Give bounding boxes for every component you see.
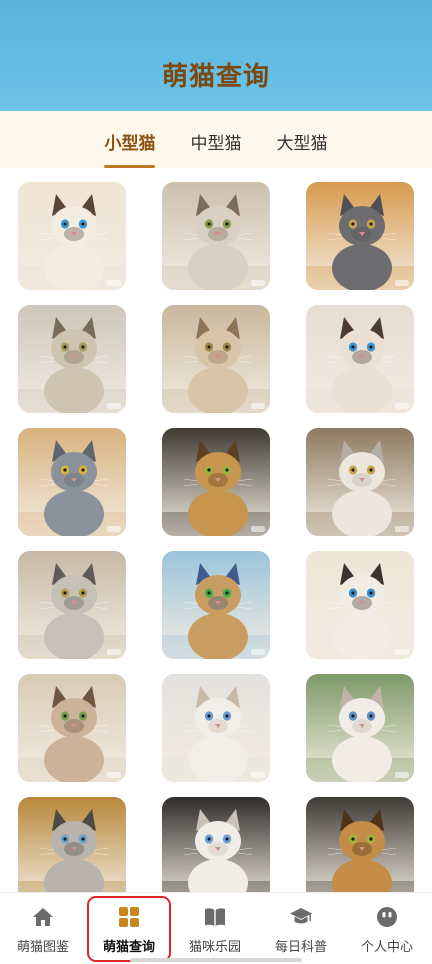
watermark-badge xyxy=(395,772,409,778)
watermark-badge xyxy=(395,280,409,286)
cat-illustration xyxy=(18,674,126,782)
sphynx-sitting-photo[interactable] xyxy=(18,674,126,782)
siamese-sitting-photo[interactable] xyxy=(306,305,414,413)
home-indicator[interactable] xyxy=(130,958,302,962)
nav-item-daily-science[interactable]: 每日科普 xyxy=(258,893,344,964)
cat-illustration xyxy=(18,428,126,536)
cat-illustration xyxy=(162,551,270,659)
cat-illustration xyxy=(18,797,126,892)
cat-illustration xyxy=(306,797,414,892)
nav-label: 猫咪乐园 xyxy=(188,940,241,955)
cat-illustration xyxy=(162,182,270,290)
cat-illustration xyxy=(306,674,414,782)
watermark-badge xyxy=(251,526,265,532)
siamese-cat-photo[interactable] xyxy=(18,182,126,290)
bengal-lying-cat-photo[interactable] xyxy=(162,428,270,536)
watermark-badge xyxy=(251,772,265,778)
app-header: 萌猫查询 xyxy=(0,0,432,111)
nav-label: 每日科普 xyxy=(274,940,327,955)
cat-illustration xyxy=(18,551,126,659)
maine-coon-kitten-photo[interactable] xyxy=(18,551,126,659)
cream-tabby-looking-up-photo[interactable] xyxy=(162,305,270,413)
graduation-cap-icon xyxy=(290,908,312,924)
watermark-badge xyxy=(107,526,121,532)
watermark-badge xyxy=(251,403,265,409)
tab-small-cats[interactable]: 小型猫 xyxy=(90,129,170,154)
cat-illustration xyxy=(18,182,126,290)
tabby-lying-cat-photo[interactable] xyxy=(18,305,126,413)
nav-item-cat-paradise[interactable]: 猫咪乐园 xyxy=(172,893,258,964)
cat-illustration xyxy=(162,797,270,892)
cat-illustration xyxy=(162,674,270,782)
grey-fluffy-cat-photo[interactable] xyxy=(306,182,414,290)
cat-image-grid xyxy=(0,168,432,892)
russian-blue-photo[interactable] xyxy=(18,428,126,536)
watermark-badge xyxy=(395,649,409,655)
watermark-badge xyxy=(107,280,121,286)
watermark-badge xyxy=(395,526,409,532)
cat-illustration xyxy=(162,428,270,536)
pharaoh-cat-pyramids-art[interactable] xyxy=(162,551,270,659)
bottom-navigation: 萌猫图鉴 萌猫查询 猫咪乐园 每日科普 个人中心 xyxy=(0,892,432,964)
nav-label: 萌猫图鉴 xyxy=(16,940,69,955)
white-kitten-dark-bg-photo[interactable] xyxy=(162,797,270,892)
nav-item-profile[interactable]: 个人中心 xyxy=(344,893,430,964)
cat-illustration xyxy=(306,182,414,290)
page-title: 萌猫查询 xyxy=(161,62,270,92)
nav-item-cat-encyclopedia[interactable]: 萌猫图鉴 xyxy=(0,893,86,964)
siamese-lying-photo[interactable] xyxy=(306,551,414,659)
tab-large-cats[interactable]: 大型猫 xyxy=(262,129,342,154)
home-icon xyxy=(33,908,53,926)
watermark-badge xyxy=(107,403,121,409)
abyssinian-cat-photo[interactable] xyxy=(306,797,414,892)
cat-illustration xyxy=(162,305,270,413)
user-face-icon xyxy=(377,907,397,927)
cat-illustration xyxy=(306,428,414,536)
cat-illustration xyxy=(306,551,414,659)
nav-label: 个人中心 xyxy=(360,940,413,955)
cat-illustration xyxy=(18,305,126,413)
watermark-badge xyxy=(107,649,121,655)
watermark-badge xyxy=(251,649,265,655)
tabby-kitten-photo[interactable] xyxy=(162,182,270,290)
watermark-badge xyxy=(107,772,121,778)
white-cat-garden-photo[interactable] xyxy=(306,674,414,782)
tab-medium-cats[interactable]: 中型猫 xyxy=(176,129,256,154)
category-tabs: 小型猫 中型猫 大型猫 xyxy=(0,111,432,168)
white-fluffy-cat-photo[interactable] xyxy=(162,674,270,782)
tabby-kitten-grey-photo[interactable] xyxy=(18,797,126,892)
cat-illustration xyxy=(306,305,414,413)
british-shorthair-cream-photo[interactable] xyxy=(306,428,414,536)
book-icon xyxy=(205,908,225,926)
watermark-badge xyxy=(251,280,265,286)
selected-nav-highlight xyxy=(87,896,171,962)
watermark-badge xyxy=(395,403,409,409)
